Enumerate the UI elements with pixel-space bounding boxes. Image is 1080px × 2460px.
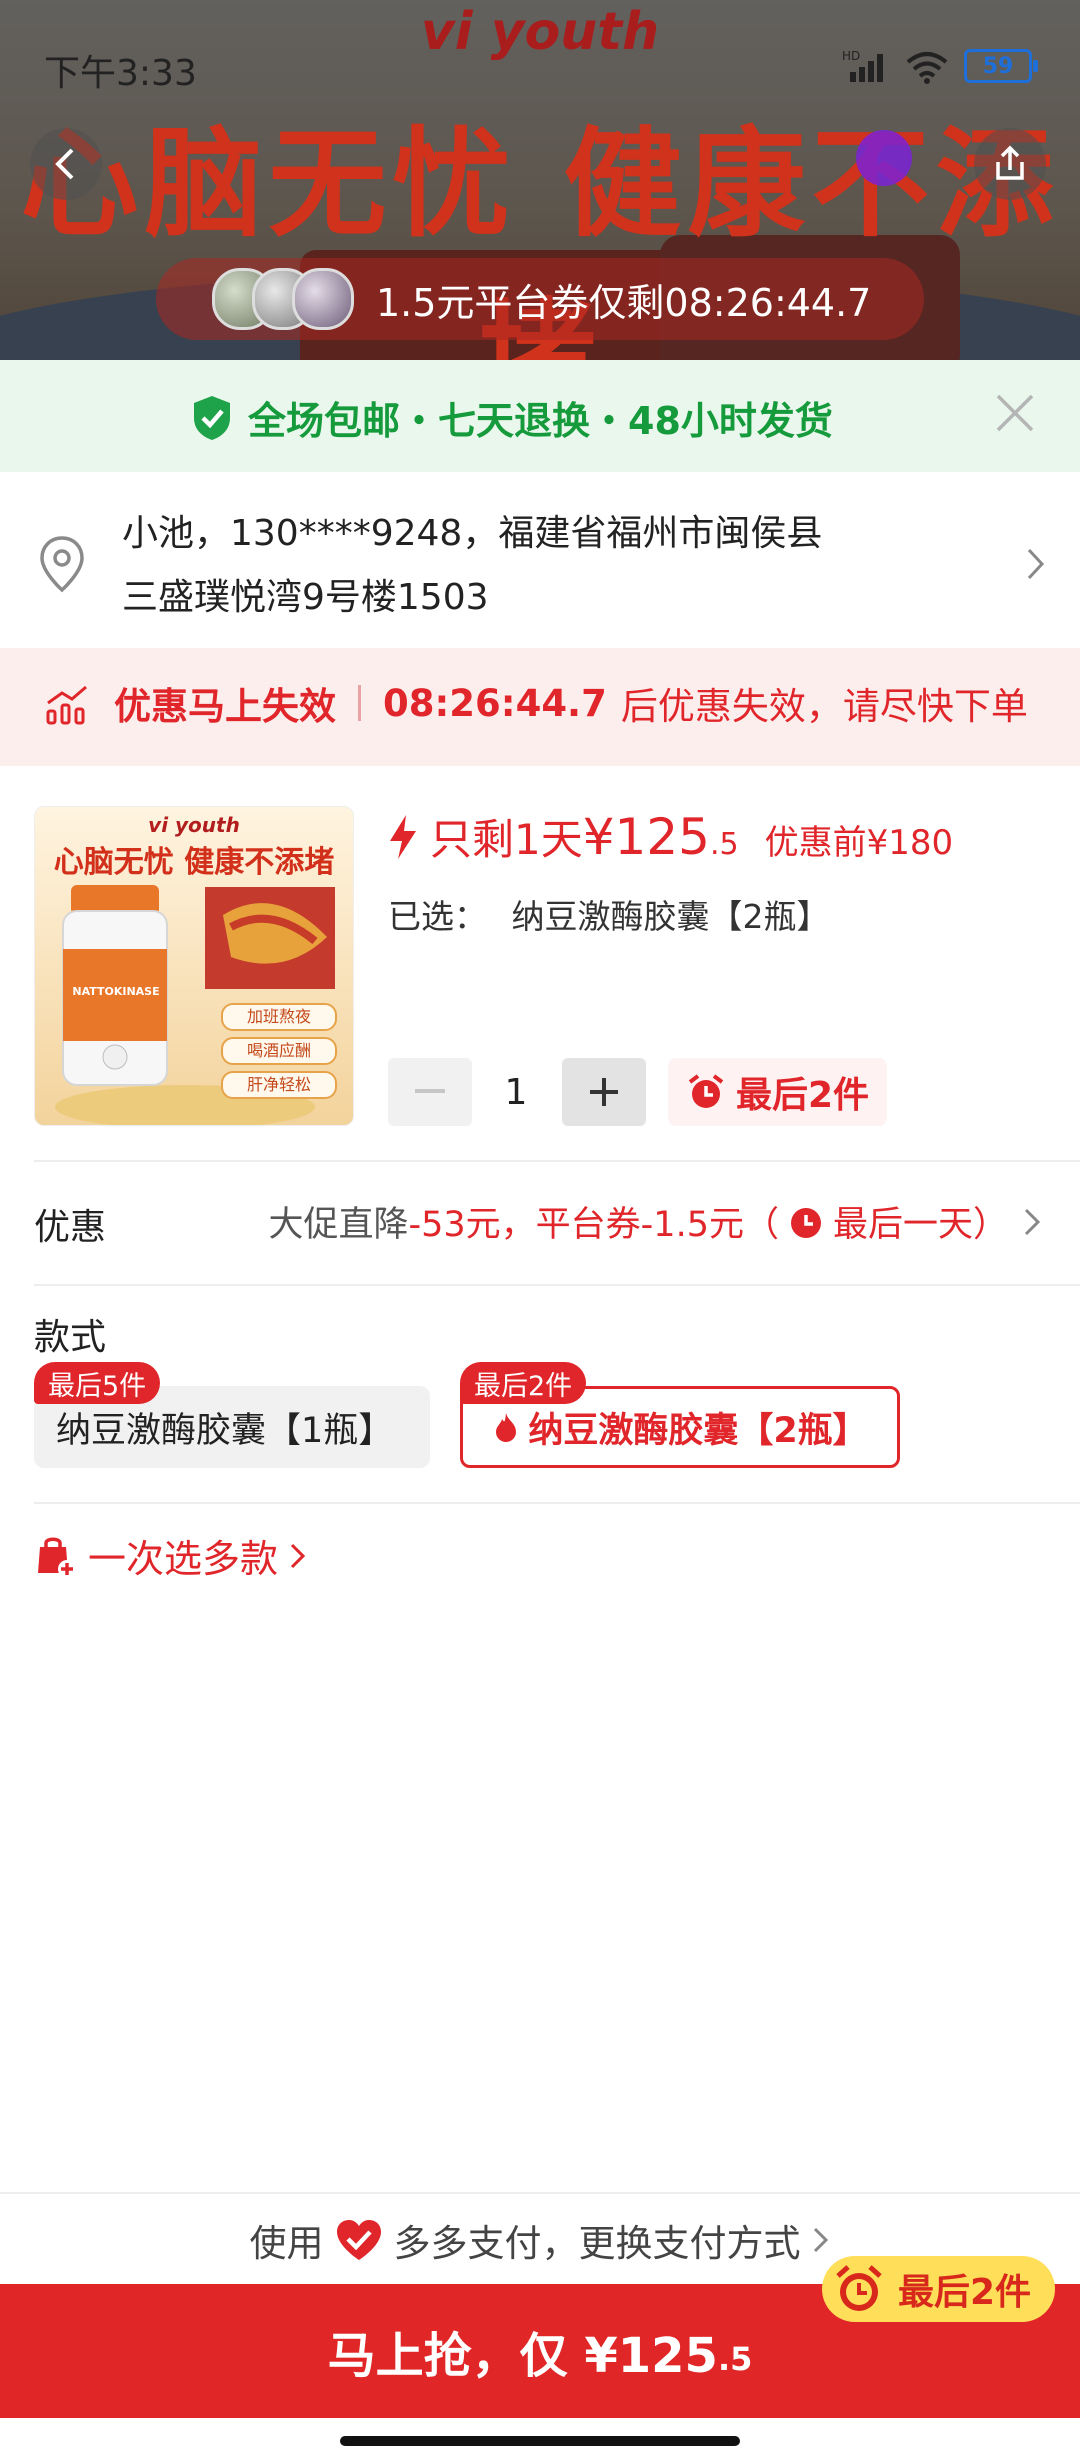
shopping-bag-plus-icon [38, 1537, 76, 1578]
product-banner: vi youth 心脑无忧 健康不添堵 下午3:33 HD 59 [0, 0, 1080, 360]
buy-stock-badge: 最后2件 [822, 2256, 1056, 2322]
promo-part-1: 大促直降 [268, 1205, 409, 1245]
price-prefix: 只剩1天 [430, 815, 583, 864]
chevron-right-icon [813, 2227, 828, 2253]
payment-method-text: 多多支付，更换支付方式 [393, 2222, 801, 2265]
multi-select-link[interactable]: 一次选多款 [32, 1528, 308, 1583]
chevron-right-icon [1024, 1208, 1041, 1235]
heart-pay-icon [336, 2220, 381, 2260]
stock-warning-badge: 最后2件 [668, 1058, 888, 1126]
share-button[interactable] [974, 128, 1046, 200]
buy-stock-text: 最后2件 [898, 2272, 1032, 2313]
style-option-name: 纳豆激酶胶囊【2瓶】 [528, 1410, 868, 1451]
alarm-clock-icon [688, 1074, 724, 1108]
countdown-title: 优惠马上失效 [114, 685, 336, 728]
minus-icon [415, 1089, 445, 1093]
address-line-2: 三盛璞悦湾9号楼1503 [122, 577, 489, 618]
selected-value: 纳豆激酶胶囊【2瓶】 [511, 897, 830, 936]
price-decimal: .5 [709, 827, 739, 862]
trend-chart-icon [46, 685, 87, 725]
svg-text:HD: HD [842, 49, 860, 63]
stock-tag: 最后5件 [34, 1362, 161, 1404]
shield-check-icon [194, 395, 230, 440]
close-icon[interactable] [990, 388, 1040, 438]
alarm-clock-icon [836, 2265, 882, 2311]
shipping-address[interactable]: 小池，130****9248，福建省福州市闽侯县 三盛璞悦湾9号楼1503 [0, 472, 1080, 648]
quantity-decrease-button[interactable] [388, 1058, 472, 1126]
discount-countdown-strip: 优惠马上失效 08:26:44.7 后优惠失效，请尽快下单 [0, 648, 1080, 766]
alarm-clock-icon [790, 1207, 821, 1238]
status-time: 下午3:33 [44, 53, 197, 94]
battery-icon: 59 [964, 49, 1038, 83]
flame-icon [496, 1413, 517, 1442]
back-button[interactable] [30, 128, 102, 200]
home-indicator[interactable] [340, 2436, 740, 2446]
coupon-countdown-text: 1.5元平台券仅剩08:26:44.7 [376, 280, 872, 325]
price-row: 只剩1天 ¥ 125 .5 优惠前¥180 [386, 806, 953, 867]
wifi-icon [906, 52, 948, 84]
promo-part-3: 最后一天） [832, 1205, 1008, 1245]
live-indicator [856, 130, 912, 186]
thumb-tag: 肝净轻松 [221, 1071, 337, 1099]
divider [34, 1160, 1080, 1162]
style-option-name: 纳豆激酶胶囊【1瓶】 [56, 1410, 394, 1451]
selected-label: 已选： [388, 897, 487, 936]
share-icon [996, 145, 1024, 180]
divider [34, 1502, 1080, 1504]
benefits-text: 全场包邮・七天退换・48小时发货 [248, 399, 833, 443]
location-pin-icon [40, 536, 84, 593]
stock-warning-text: 最后2件 [736, 1075, 870, 1116]
avatar [292, 268, 354, 330]
selected-variant: 已选： 纳豆激酶胶囊【2瓶】 [388, 890, 830, 938]
promo-details-row[interactable]: 大促直降 -53元，平台券-1.5元（ 最后一天） [269, 1196, 1045, 1247]
price-currency: ¥ [582, 808, 615, 866]
style-label: 款式 [34, 1317, 107, 1358]
buy-button-label: 马上抢，仅 ¥125 [327, 2328, 718, 2384]
quantity-value[interactable]: 1 [474, 1058, 558, 1126]
multi-select-label: 一次选多款 [88, 1537, 279, 1581]
thumb-product-label: NATTOKINASE [72, 985, 160, 998]
countdown-divider [358, 685, 361, 721]
countdown-timer: 08:26:44.7 [383, 681, 607, 725]
signal-icon: HD [842, 49, 883, 82]
payment-prefix: 使用 [249, 2222, 324, 2265]
back-arrow-icon [55, 148, 74, 180]
buy-button-decimal: .5 [717, 2340, 753, 2378]
plus-icon [590, 1078, 618, 1106]
battery-level: 59 [982, 53, 1014, 79]
product-thumbnail[interactable]: vi youth 心脑无忧 健康不添堵 NATTOKINASE 加班熬夜 喝酒应… [34, 806, 354, 1126]
address-line-1: 小池，130****9248，福建省福州市闽侯县 [122, 513, 823, 554]
chevron-right-icon [290, 1543, 306, 1568]
chevron-right-icon [1027, 548, 1045, 580]
coupon-countdown-pill[interactable]: 1.5元平台券仅剩08:26:44.7 [156, 258, 924, 340]
status-icons: HD 59 [842, 44, 1038, 88]
thumb-tag: 加班熬夜 [221, 1003, 337, 1031]
countdown-suffix: 后优惠失效，请尽快下单 [620, 685, 1028, 728]
benefits-strip: 全场包邮・七天退换・48小时发货 [0, 360, 1080, 472]
user-avatars [212, 268, 354, 330]
lightning-icon [390, 814, 416, 859]
divider [34, 1284, 1080, 1286]
quantity-increase-button[interactable] [562, 1058, 646, 1126]
promo-part-2: -53元，平台券-1.5元（ [408, 1205, 779, 1245]
thumb-tag: 喝酒应酬 [221, 1037, 337, 1065]
price-integer: 125 [614, 808, 710, 866]
price-before-discount: 优惠前¥180 [764, 823, 954, 863]
stock-tag: 最后2件 [460, 1362, 587, 1404]
promo-label: 优惠 [34, 1207, 107, 1248]
